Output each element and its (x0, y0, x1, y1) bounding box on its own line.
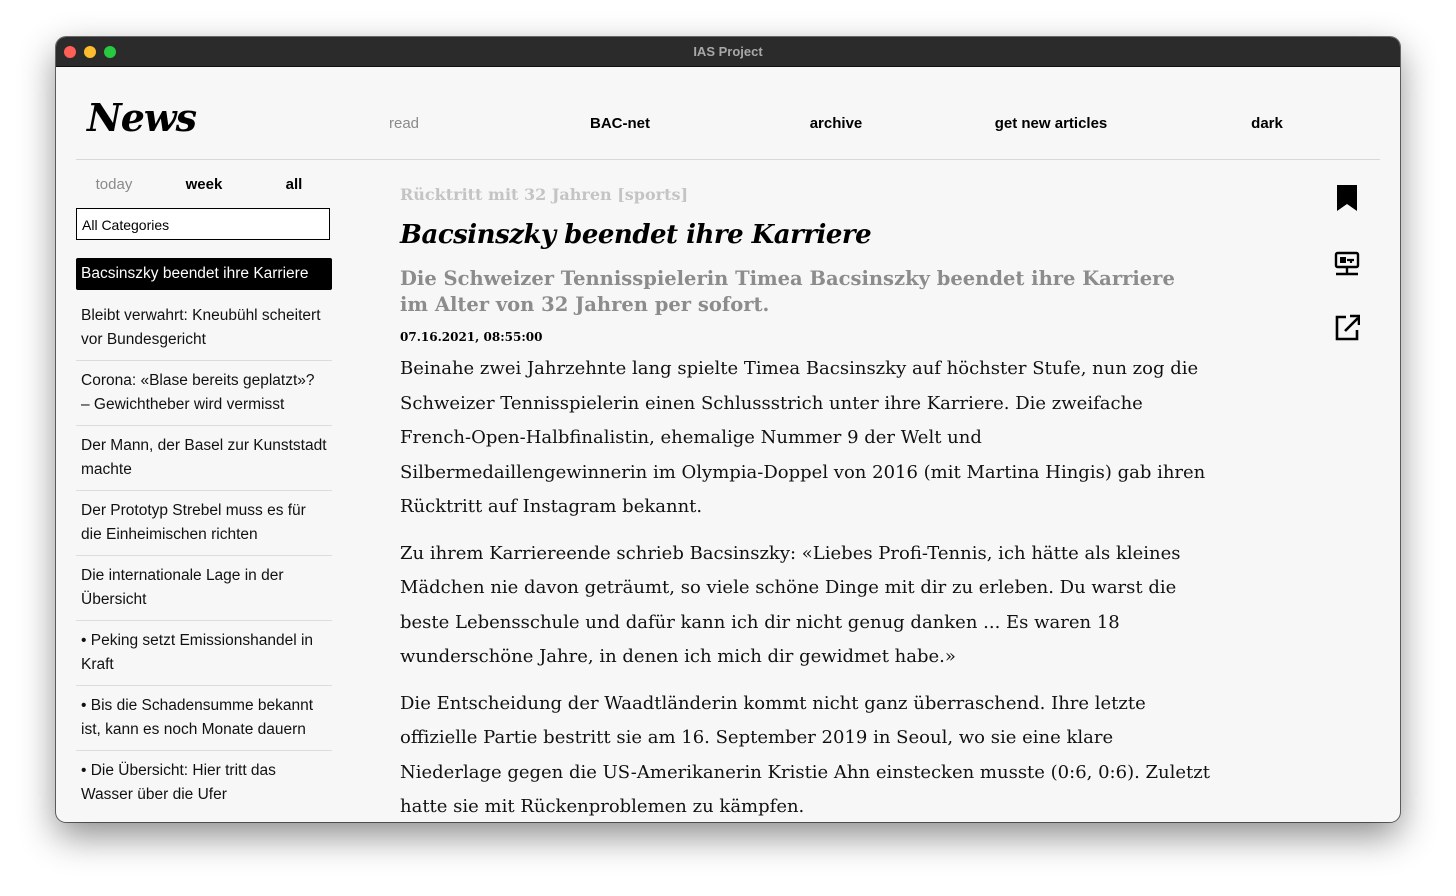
news-logo[interactable]: News (87, 95, 197, 140)
list-item[interactable]: Bacsinszky beendet ihre Karriere (76, 258, 332, 290)
app-window: IAS Project News read BAC-net archive ge… (56, 37, 1400, 822)
article-kicker: Rücktritt mit 32 Jahren [sports] (400, 185, 689, 204)
article-view: Rücktritt mit 32 Jahren [sports] Bacsins… (400, 185, 1220, 822)
article-paragraph: Zu ihrem Karriereende schrieb Bacsinszky… (400, 542, 1181, 668)
list-item[interactable]: • Bis die Schadensumme bekannt ist, kann… (76, 686, 332, 751)
title-bar: IAS Project (56, 37, 1400, 67)
header-divider (76, 159, 1380, 160)
list-item[interactable]: Die internationale Lage in der Übersicht (76, 556, 332, 621)
nav-read[interactable]: read (334, 115, 474, 132)
list-item[interactable]: Bleibt verwahrt: Kneubühl scheitert vor … (76, 296, 332, 361)
article-lead: Die Schweizer Tennisspielerin Timea Bacs… (400, 267, 1175, 316)
nav-bac-net[interactable]: BAC-net (550, 115, 690, 132)
article-headline: Bacsinszky beendet ihre Karriere (400, 220, 872, 250)
category-select[interactable]: All Categories (76, 208, 330, 240)
external-link-icon[interactable] (1334, 312, 1360, 342)
list-item[interactable]: • Peking setzt Emissionshandel in Kraft (76, 621, 332, 686)
list-item[interactable]: Der Mann, der Basel zur Kunststadt macht… (76, 426, 332, 491)
nav-get-new-articles[interactable]: get new articles (981, 115, 1121, 132)
article-body: Beinahe zwei Jahrzehnte lang spielte Tim… (400, 352, 1220, 822)
window-title: IAS Project (693, 44, 763, 59)
nav-dark-mode[interactable]: dark (1197, 115, 1337, 132)
list-item[interactable]: Corona: «Blase bereits geplatzt»? – Gewi… (76, 361, 332, 426)
network-share-icon[interactable] (1334, 249, 1360, 279)
filter-week[interactable]: week (164, 176, 244, 193)
list-item[interactable]: • Die Übersicht: Hier tritt das Wasser ü… (76, 751, 332, 815)
article-paragraph: Die Entscheidung der Waadtländerin kommt… (400, 692, 1210, 818)
filter-today[interactable]: today (74, 176, 154, 193)
article-paragraph: Beinahe zwei Jahrzehnte lang spielte Tim… (400, 358, 1206, 517)
article-list: Bacsinszky beendet ihre Karriere Bleibt … (76, 258, 332, 815)
filter-all[interactable]: all (254, 176, 334, 193)
list-item[interactable]: Der Prototyp Strebel muss es für die Ein… (76, 491, 332, 556)
nav-archive[interactable]: archive (766, 115, 906, 132)
bookmark-icon[interactable] (1334, 183, 1360, 213)
article-date: 07.16.2021, 08:55:00 (400, 330, 543, 344)
